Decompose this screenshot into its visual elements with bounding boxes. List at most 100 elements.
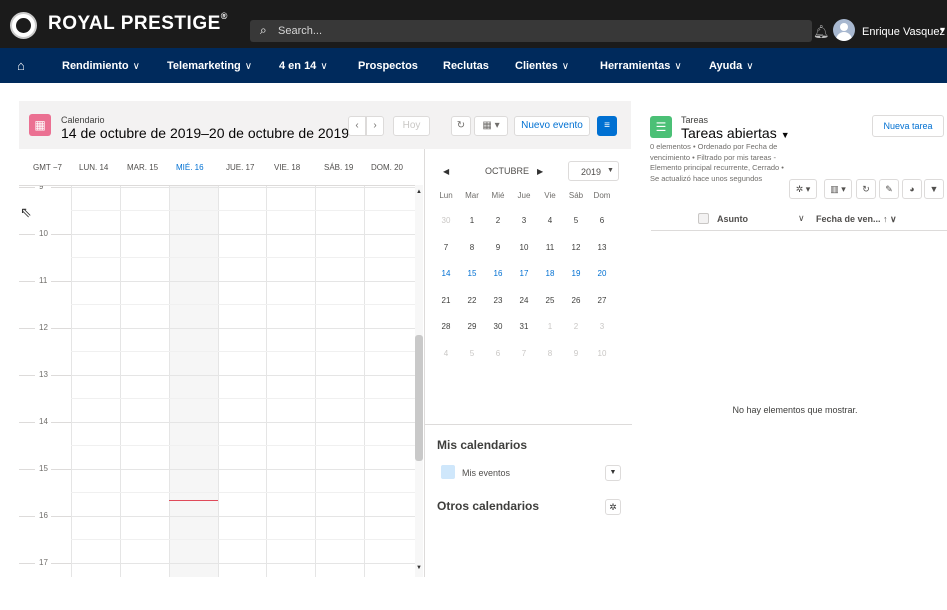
column-header-subject[interactable]: Asunto <box>717 214 748 224</box>
week-grid[interactable]: 9 10 11 12 13 14 15 16 17 <box>19 185 415 577</box>
previous-week-button[interactable]: ‹ <box>348 116 366 136</box>
mini-calendar-day[interactable]: 5 <box>459 349 485 358</box>
mini-calendar-day[interactable]: 17 <box>511 269 537 278</box>
nav-item-4-en-14[interactable]: 4 en 14 ∨ <box>279 60 328 72</box>
today-button[interactable]: Hoy <box>393 116 430 136</box>
display-as-button[interactable]: ▥ ▾ <box>824 179 852 199</box>
column-header-due-date[interactable]: Fecha de ven... ↑ ∨ <box>816 214 897 225</box>
home-icon[interactable]: ⌂ <box>17 58 25 73</box>
tasks-list-view-selector[interactable]: Tareas abiertas ▼ <box>681 125 790 141</box>
day-header[interactable]: SÁB. 19 <box>324 163 353 172</box>
select-all-checkbox[interactable] <box>698 213 709 224</box>
mini-calendar-day[interactable]: 5 <box>563 216 589 225</box>
charts-button[interactable]: ◕ <box>902 179 922 199</box>
mini-calendar-day[interactable]: 22 <box>459 296 485 305</box>
new-event-button[interactable]: Nuevo evento <box>514 116 590 136</box>
chevron-down-icon[interactable]: ∨ <box>798 213 805 224</box>
nav-item-rendimiento[interactable]: Rendimiento ∨ <box>62 60 140 72</box>
filter-button[interactable]: ▼ <box>924 179 944 199</box>
scroll-up-icon[interactable]: ▲ <box>415 189 423 195</box>
calendar-view-button[interactable]: ▦ ▾ <box>474 116 508 136</box>
mini-calendar-day[interactable]: 27 <box>589 296 615 305</box>
mini-calendar-day[interactable]: 14 <box>433 269 459 278</box>
mouse-cursor-icon: ⇖ <box>20 204 32 220</box>
mini-calendar-day[interactable]: 18 <box>537 269 563 278</box>
mini-calendar-day[interactable]: 6 <box>485 349 511 358</box>
nav-item-herramientas[interactable]: Herramientas ∨ <box>600 60 682 72</box>
mini-calendar-day[interactable]: 2 <box>563 322 589 331</box>
mini-calendar-day[interactable]: 10 <box>511 243 537 252</box>
scroll-down-icon[interactable]: ▼ <box>415 565 423 571</box>
mini-calendar-day[interactable]: 30 <box>485 322 511 331</box>
next-month-icon[interactable]: ▶ <box>537 167 543 176</box>
mini-calendar-day[interactable]: 8 <box>537 349 563 358</box>
mini-calendar-day[interactable]: 16 <box>485 269 511 278</box>
mini-calendar-day[interactable]: 6 <box>589 216 615 225</box>
mini-calendar-day[interactable]: 15 <box>459 269 485 278</box>
user-name[interactable]: Enrique Vasquez <box>862 26 945 38</box>
user-avatar[interactable] <box>833 19 855 41</box>
day-header[interactable]: VIE. 18 <box>274 163 300 172</box>
global-search[interactable]: ⌕ <box>250 20 812 42</box>
day-header[interactable]: JUE. 17 <box>226 163 254 172</box>
nav-item-clientes[interactable]: Clientes ∨ <box>515 60 569 72</box>
hour-tick <box>19 516 35 517</box>
mini-calendar-day[interactable]: 3 <box>589 322 615 331</box>
mini-calendar-day[interactable]: 8 <box>459 243 485 252</box>
mini-calendar-day[interactable]: 1 <box>459 216 485 225</box>
mini-calendar-day[interactable]: 7 <box>511 349 537 358</box>
next-week-button[interactable]: › <box>366 116 384 136</box>
week-grid-scrollbar[interactable]: ▲ ▼ <box>415 185 423 577</box>
mini-calendar-day[interactable]: 29 <box>459 322 485 331</box>
previous-month-icon[interactable]: ◀ <box>443 167 449 176</box>
table-icon: ▥ ▾ <box>830 184 846 194</box>
mini-calendar-day[interactable]: 30 <box>433 216 459 225</box>
royal-prestige-logo-icon[interactable] <box>10 12 37 39</box>
mini-calendar-day[interactable]: 19 <box>563 269 589 278</box>
nav-item-prospectos[interactable]: Prospectos <box>358 60 418 72</box>
mini-calendar-day[interactable]: 11 <box>537 243 563 252</box>
scrollbar-thumb[interactable] <box>415 335 423 461</box>
my-events-color-swatch[interactable] <box>441 465 455 479</box>
day-header[interactable]: LUN. 14 <box>79 163 108 172</box>
year-select[interactable]: 2019 ▼ <box>568 161 619 181</box>
edit-list-button[interactable]: ✎ <box>879 179 899 199</box>
mini-calendar-day[interactable]: 1 <box>537 322 563 331</box>
my-events-label[interactable]: Mis eventos <box>462 468 510 478</box>
list-settings-button[interactable]: ✲ ▾ <box>789 179 817 199</box>
notifications-bell-icon[interactable]: 🔔︎ <box>813 24 830 40</box>
mini-calendar-day[interactable]: 24 <box>511 296 537 305</box>
mini-calendar-day[interactable]: 9 <box>563 349 589 358</box>
new-task-button[interactable]: Nueva tarea <box>872 115 944 137</box>
day-header[interactable]: MIÉ. 16 <box>176 163 204 172</box>
mini-calendar-day[interactable]: 12 <box>563 243 589 252</box>
mini-calendar-day[interactable]: 26 <box>563 296 589 305</box>
user-menu-caret-icon[interactable]: ▾ <box>940 25 945 36</box>
mini-calendar-day[interactable]: 28 <box>433 322 459 331</box>
other-calendars-settings-button[interactable]: ✲ <box>605 499 621 515</box>
my-events-menu-button[interactable]: ▼ <box>605 465 621 481</box>
mini-calendar-day[interactable]: 31 <box>511 322 537 331</box>
mini-calendar-day[interactable]: 3 <box>511 216 537 225</box>
refresh-button[interactable]: ↻ <box>451 116 471 136</box>
day-column-divider <box>120 186 121 577</box>
mini-calendar-day[interactable]: 23 <box>485 296 511 305</box>
mini-calendar-day[interactable]: 25 <box>537 296 563 305</box>
mini-calendar-day[interactable]: 13 <box>589 243 615 252</box>
mini-calendar-day[interactable]: 4 <box>433 349 459 358</box>
mini-calendar-day[interactable]: 7 <box>433 243 459 252</box>
mini-calendar-day[interactable]: 9 <box>485 243 511 252</box>
nav-item-ayuda[interactable]: Ayuda ∨ <box>709 60 754 72</box>
nav-item-reclutas[interactable]: Reclutas <box>443 60 489 72</box>
mini-calendar-day[interactable]: 20 <box>589 269 615 278</box>
mini-calendar-day[interactable]: 10 <box>589 349 615 358</box>
mini-calendar-day[interactable]: 2 <box>485 216 511 225</box>
calendar-list-toggle-button[interactable]: ≡ <box>597 116 617 136</box>
day-header[interactable]: MAR. 15 <box>127 163 158 172</box>
search-input[interactable] <box>278 20 798 42</box>
mini-calendar-day[interactable]: 4 <box>537 216 563 225</box>
refresh-list-button[interactable]: ↻ <box>856 179 876 199</box>
day-header[interactable]: DOM. 20 <box>371 163 403 172</box>
mini-calendar-day[interactable]: 21 <box>433 296 459 305</box>
nav-item-telemarketing[interactable]: Telemarketing ∨ <box>167 60 252 72</box>
